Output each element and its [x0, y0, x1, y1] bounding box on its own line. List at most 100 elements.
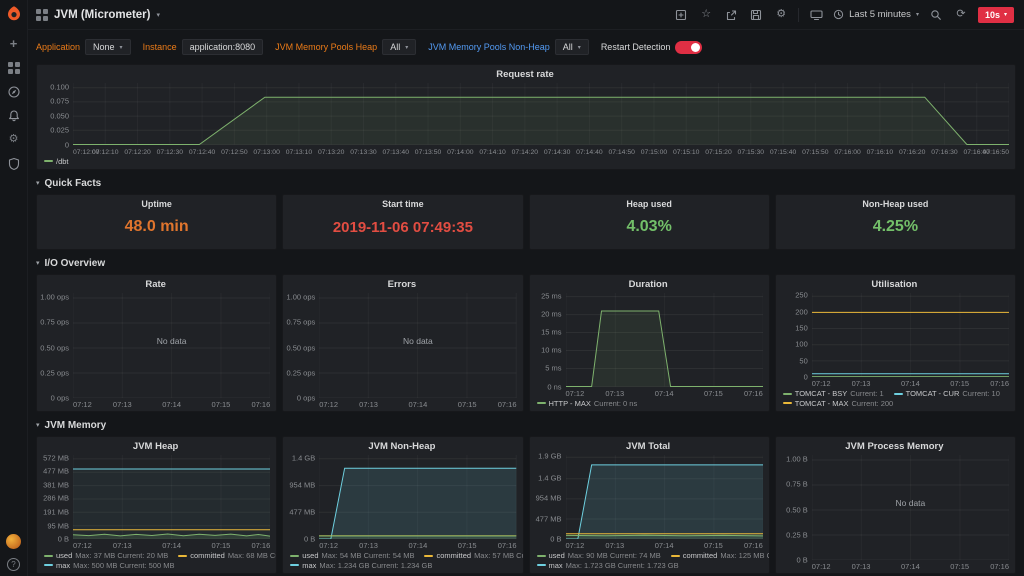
admin-shield-icon[interactable]: [6, 156, 21, 171]
instance-input[interactable]: application:8080: [182, 39, 264, 55]
time-range-label: Last 5 minutes: [849, 9, 911, 20]
row-request-rate: Request rate0.1000.0750.0500.025007:12:0…: [36, 64, 1016, 170]
dashboard: Application None ▾ Instance application:…: [28, 30, 1024, 576]
panel-title[interactable]: Utilisation: [780, 278, 1009, 292]
zoom-out-icon[interactable]: [928, 7, 944, 23]
plot-area[interactable]: 07:12:0007:12:1007:12:2007:12:3007:12:40…: [73, 82, 1009, 156]
grafana-logo-icon[interactable]: [5, 5, 23, 23]
legend-series-name: used: [302, 551, 318, 561]
add-panel-icon[interactable]: [673, 7, 689, 23]
heap-pool-dropdown[interactable]: All ▾: [382, 39, 416, 55]
user-avatar[interactable]: [6, 534, 21, 549]
panel-title[interactable]: JVM Total: [534, 440, 763, 454]
x-axis: 07:1207:1307:1407:1507:16: [319, 540, 516, 550]
legend-swatch-icon: [894, 393, 903, 395]
legend-series-name: used: [56, 551, 72, 561]
x-axis: 07:1207:1307:1407:1507:16: [812, 378, 1009, 388]
create-plus-icon[interactable]: +: [6, 36, 21, 51]
no-data-text: No data: [319, 336, 516, 346]
legend-swatch-icon: [178, 555, 187, 557]
configuration-gear-icon[interactable]: ⚙: [6, 132, 21, 147]
panel-title[interactable]: Errors: [287, 278, 516, 292]
help-icon[interactable]: ?: [7, 558, 20, 571]
legend-series-name: max: [56, 561, 70, 571]
chevron-down-icon: ▾: [36, 259, 40, 267]
time-range-picker[interactable]: Last 5 minutes ▾: [833, 9, 919, 20]
plot-area[interactable]: 07:1207:1307:1407:1507:16No data: [73, 292, 270, 409]
legend-series-values: Max: 57 MB Current: 57 MB: [474, 551, 523, 561]
stat-panel-heap-used: Heap used 4.03%: [529, 194, 770, 250]
legend-item[interactable]: maxMax: 1.234 GB Current: 1.234 GB: [290, 561, 432, 571]
dashboard-grid-icon: [36, 9, 48, 21]
plot-area[interactable]: 07:1207:1307:1407:1507:16: [73, 454, 270, 550]
tv-kiosk-icon[interactable]: [808, 7, 824, 23]
share-icon[interactable]: [723, 7, 739, 23]
panel-title[interactable]: JVM Non-Heap: [287, 440, 516, 454]
dashboards-icon[interactable]: [6, 60, 21, 75]
panel-title[interactable]: Duration: [534, 278, 763, 292]
stat-value: 4.25%: [780, 209, 1011, 245]
refresh-interval-dropdown[interactable]: 10s ▾: [978, 7, 1014, 23]
chevron-down-icon: ▾: [405, 44, 408, 51]
legend-swatch-icon: [537, 555, 546, 557]
nonheap-pool-dropdown[interactable]: All ▾: [555, 39, 589, 55]
star-icon[interactable]: ☆: [698, 7, 714, 23]
no-data-text: No data: [812, 498, 1009, 508]
row-io-overview: Rate1.00 ops0.75 ops0.50 ops0.25 ops0 op…: [36, 274, 1016, 412]
plot-area[interactable]: 07:1207:1307:1407:1507:16No data: [812, 454, 1009, 571]
plot-area[interactable]: 07:1207:1307:1407:1507:16: [812, 292, 1009, 388]
filter-label: Restart Detection: [601, 42, 671, 52]
settings-gear-icon[interactable]: ⚙: [773, 7, 789, 23]
legend-item[interactable]: usedMax: 90 MB Current: 74 MB: [537, 551, 661, 561]
legend-series-values: Max: 37 MB Current: 20 MB: [75, 551, 168, 561]
chevron-down-icon: ▾: [1004, 11, 1007, 18]
x-axis: 07:1207:1307:1407:1507:16: [566, 388, 763, 398]
legend-series-values: Max: 1.234 GB Current: 1.234 GB: [319, 561, 432, 571]
legend-swatch-icon: [290, 555, 299, 557]
legend-series-values: Max: 90 MB Current: 74 MB: [568, 551, 661, 561]
legend-series-name: max: [549, 561, 563, 571]
dashboard-title[interactable]: JVM (Micrometer): [54, 9, 151, 21]
refresh-icon[interactable]: ⟳: [953, 7, 969, 23]
legend-series-name: committed: [190, 551, 225, 561]
explore-compass-icon[interactable]: [6, 84, 21, 99]
legend-item[interactable]: TOMCAT - BSYCurrent: 1: [783, 389, 884, 399]
panel-title[interactable]: JVM Heap: [41, 440, 270, 454]
plot-area[interactable]: 07:1207:1307:1407:1507:16: [319, 454, 516, 550]
legend-item[interactable]: HTTP - MAXCurrent: 0 ns: [537, 399, 638, 409]
y-axis: 250200150100500: [780, 292, 812, 377]
navbar: JVM (Micrometer) ▾ ☆ ⚙: [28, 0, 1024, 30]
section-quick-facts[interactable]: ▾ Quick Facts: [36, 175, 1016, 191]
plot-area[interactable]: 07:1207:1307:1407:1507:16: [566, 454, 763, 550]
legend-item[interactable]: usedMax: 37 MB Current: 20 MB: [44, 551, 168, 561]
legend-item[interactable]: committedMax: 57 MB Current: 57 MB: [424, 551, 523, 561]
panel-title[interactable]: JVM Process Memory: [780, 440, 1009, 454]
chevron-down-icon: ▾: [916, 11, 919, 18]
panel-title[interactable]: Rate: [41, 278, 270, 292]
legend-item[interactable]: TOMCAT - CURCurrent: 10: [894, 389, 1000, 399]
legend-item[interactable]: committedMax: 125 MB Current: 125 MB: [671, 551, 770, 561]
dropdown-value: All: [563, 42, 573, 52]
application-dropdown[interactable]: None ▾: [85, 39, 131, 55]
legend-item[interactable]: committedMax: 68 MB Current: 66 MB: [178, 551, 277, 561]
restart-detection-toggle[interactable]: [675, 41, 702, 54]
legend-item[interactable]: TOMCAT - MAXCurrent: 200: [783, 399, 893, 409]
legend-item[interactable]: maxMax: 1.723 GB Current: 1.723 GB: [537, 561, 679, 571]
alerting-bell-icon[interactable]: [6, 108, 21, 123]
save-icon[interactable]: [748, 7, 764, 23]
legend-swatch-icon: [783, 402, 792, 404]
legend-item[interactable]: /dbt: [44, 157, 69, 167]
legend-item[interactable]: usedMax: 54 MB Current: 54 MB: [290, 551, 414, 561]
section-io-overview[interactable]: ▾ I/O Overview: [36, 255, 1016, 271]
plot-area[interactable]: 07:1207:1307:1407:1507:16No data: [319, 292, 516, 409]
legend-series-name: TOMCAT - CUR: [906, 389, 960, 399]
chart-svg: [319, 455, 516, 539]
legend-item[interactable]: maxMax: 500 MB Current: 500 MB: [44, 561, 174, 571]
section-jvm-memory[interactable]: ▾ JVM Memory: [36, 417, 1016, 433]
chevron-down-icon[interactable]: ▾: [157, 11, 161, 19]
panel-title[interactable]: Request rate: [41, 68, 1009, 82]
legend-series-values: Max: 1.723 GB Current: 1.723 GB: [566, 561, 679, 571]
plot-area[interactable]: 07:1207:1307:1407:1507:16: [566, 292, 763, 398]
input-value: application:8080: [190, 42, 256, 52]
legend-series-name: committed: [436, 551, 471, 561]
